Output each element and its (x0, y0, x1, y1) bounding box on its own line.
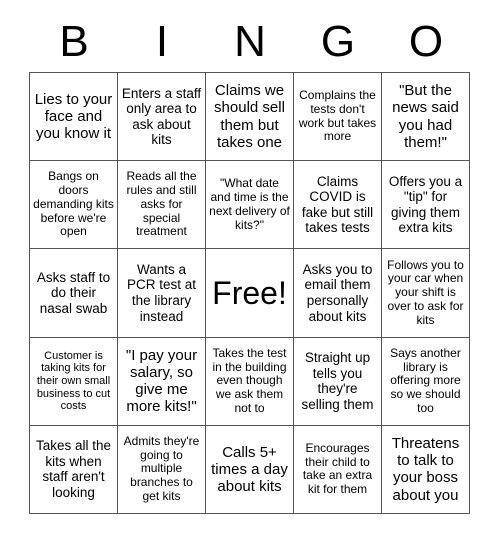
bingo-cell-text: Bangs on doors demanding kits before we'… (33, 169, 114, 239)
bingo-cell[interactable]: Lies to your face and you know it (30, 73, 118, 162)
bingo-cell[interactable]: Admits they're going to multiple branche… (118, 425, 206, 514)
bingo-cell-text: Customer is taking kits for their own sm… (36, 349, 111, 413)
bingo-cell[interactable]: Enters a staff only area to ask about ki… (118, 73, 206, 162)
bingo-cell[interactable]: Reads all the rules and still asks for s… (118, 161, 206, 250)
bingo-cell-text: Claims we should sell them but takes one (214, 82, 285, 151)
bingo-cell[interactable]: Complains the tests don't work but takes… (294, 73, 382, 162)
bingo-cell-text: Asks staff to do their nasal swab (36, 269, 111, 316)
bingo-cell-text: Claims COVID is fake but still takes tes… (301, 173, 374, 236)
header-letter-b: B (59, 17, 89, 66)
bingo-cell[interactable]: Takes the test in the building even thou… (206, 337, 294, 426)
bingo-cell-text: Threatens to talk to your boss about you (391, 434, 460, 504)
bingo-cell-text: "But the news said you had them!" (392, 82, 459, 151)
header-letter-i: I (155, 17, 169, 66)
bingo-cell-text: Says another library is offering more so… (390, 345, 461, 415)
bingo-cell-text: Offers you a "tip" for giving them extra… (388, 173, 463, 236)
bingo-cell-text: Enters a staff only area to ask about ki… (121, 85, 202, 148)
bingo-cell-text: Asks you to email them personally about … (302, 261, 373, 324)
header-letter-n: N (234, 17, 266, 66)
bingo-cell[interactable]: Says another library is offering more so… (382, 337, 470, 426)
bingo-cell[interactable]: Asks you to email them personally about … (294, 249, 382, 338)
bingo-cell[interactable]: "I pay your salary, so give me more kits… (118, 337, 206, 426)
bingo-cell-text: Free! (212, 274, 287, 311)
bingo-header: B I N G O (30, 14, 470, 70)
bingo-cell-text: Takes the test in the building even thou… (212, 345, 287, 415)
bingo-cell-text: "I pay your salary, so give me more kits… (125, 346, 198, 416)
bingo-grid: Lies to your face and you know it Enters … (29, 72, 470, 514)
bingo-cell-text: Takes all the kits when staff aren't loo… (35, 438, 112, 500)
bingo-cell-text: Wants a PCR test at the library instead (126, 261, 197, 324)
bingo-cell[interactable]: Bangs on doors demanding kits before we'… (30, 161, 118, 250)
bingo-cell-text: Follows you to your car when your shift … (387, 257, 464, 327)
bingo-cell[interactable]: Asks staff to do their nasal swab (30, 249, 118, 338)
bingo-cell[interactable]: Claims COVID is fake but still takes tes… (294, 161, 382, 250)
bingo-cell[interactable]: Calls 5+ times a day about kits (206, 425, 294, 514)
bingo-cell[interactable]: "What date and time is the next delivery… (206, 161, 294, 250)
bingo-cell-text: "What date and time is the next delivery… (209, 176, 290, 232)
bingo-cell[interactable]: Customer is taking kits for their own sm… (30, 337, 118, 426)
bingo-cell[interactable]: Wants a PCR test at the library instead (118, 249, 206, 338)
bingo-cell[interactable]: Offers you a "tip" for giving them extra… (382, 161, 470, 250)
bingo-cell-text: Reads all the rules and still asks for s… (126, 169, 197, 239)
header-letter-g: G (320, 17, 356, 66)
bingo-cell[interactable]: Claims we should sell them but takes one (206, 73, 294, 162)
bingo-cell-text: Encourages their child to take an extra … (302, 440, 373, 497)
bingo-cell[interactable]: Threatens to talk to your boss about you (382, 425, 470, 514)
bingo-cell[interactable]: Encourages their child to take an extra … (294, 425, 382, 514)
bingo-cell-text: Straight up tells you they're selling th… (301, 350, 374, 412)
header-letter-o: O (408, 17, 444, 66)
bingo-cell-text: Admits they're going to multiple branche… (123, 433, 200, 504)
bingo-cell[interactable]: Follows you to your car when your shift … (382, 249, 470, 338)
bingo-cell-text: Lies to your face and you know it (34, 90, 113, 143)
bingo-cell-text: Calls 5+ times a day about kits (211, 443, 288, 496)
bingo-cell-free[interactable]: Free! (206, 249, 294, 338)
bingo-cell-text: Complains the tests don't work but takes… (298, 88, 377, 144)
bingo-cell[interactable]: Takes all the kits when staff aren't loo… (30, 425, 118, 514)
bingo-cell[interactable]: "But the news said you had them!" (382, 73, 470, 162)
bingo-cell[interactable]: Straight up tells you they're selling th… (294, 337, 382, 426)
